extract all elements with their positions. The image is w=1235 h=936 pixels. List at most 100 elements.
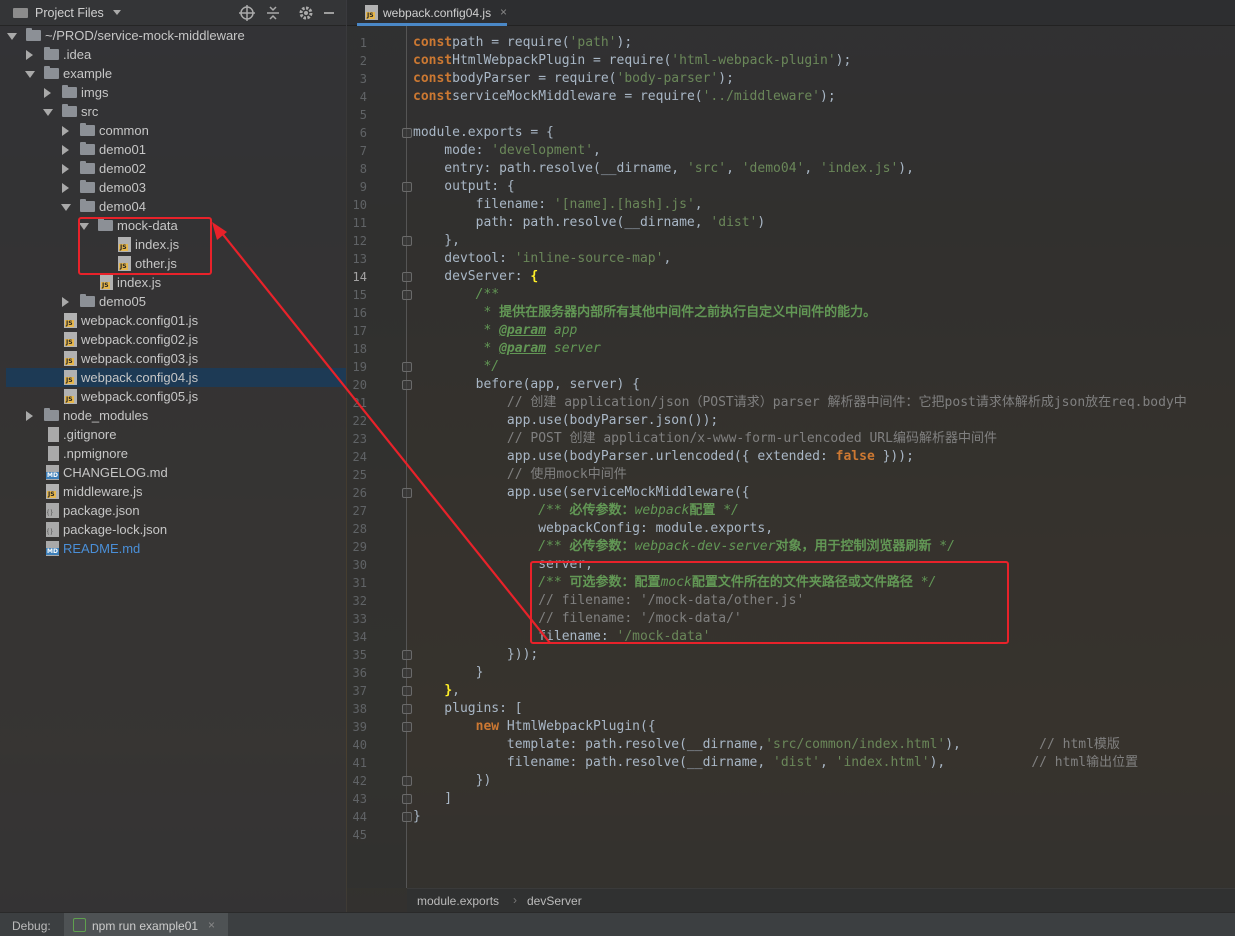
js-file-icon bbox=[100, 275, 113, 290]
fold-marker-icon[interactable] bbox=[402, 362, 412, 372]
tree-folder[interactable]: ~/PROD/service-mock-middleware bbox=[6, 26, 346, 45]
chevron-down-icon[interactable] bbox=[113, 10, 121, 15]
code-line: plugins: [ bbox=[413, 701, 523, 716]
breadcrumb-item[interactable]: module.exports bbox=[417, 894, 499, 908]
project-panel-title[interactable]: Project Files bbox=[35, 6, 104, 20]
fold-marker-icon[interactable] bbox=[402, 704, 412, 714]
line-number: 44 bbox=[352, 810, 367, 824]
chevron-right-icon[interactable] bbox=[60, 121, 70, 140]
close-icon[interactable]: × bbox=[500, 5, 507, 19]
tree-folder[interactable]: demo04 bbox=[6, 197, 346, 216]
fold-marker-icon[interactable] bbox=[402, 272, 412, 282]
fold-marker-icon[interactable] bbox=[402, 794, 412, 804]
chevron-right-icon[interactable] bbox=[42, 83, 52, 102]
tree-file[interactable]: webpack.config01.js bbox=[6, 311, 346, 330]
tree-folder[interactable]: demo01 bbox=[6, 140, 346, 159]
tree-file[interactable]: package-lock.json bbox=[6, 520, 346, 539]
chevron-down-icon[interactable] bbox=[24, 64, 35, 83]
chevron-right-icon[interactable] bbox=[60, 140, 70, 159]
tab-webpack-config04[interactable]: webpack.config04.js × bbox=[357, 0, 507, 26]
fold-marker-icon[interactable] bbox=[402, 722, 412, 732]
code-line: constHtmlWebpackPlugin = require('html-w… bbox=[413, 53, 852, 68]
tree-item-label: middleware.js bbox=[63, 484, 143, 499]
fold-marker-icon[interactable] bbox=[402, 776, 412, 786]
fold-marker-icon[interactable] bbox=[402, 668, 412, 678]
tree-folder[interactable]: .idea bbox=[6, 45, 346, 64]
fold-marker-icon[interactable] bbox=[402, 128, 412, 138]
code-line: ] bbox=[413, 791, 453, 806]
tree-folder[interactable]: demo02 bbox=[6, 159, 346, 178]
code-area[interactable]: constpath = require('path'); constHtmlWeb… bbox=[413, 26, 1235, 888]
hide-panel-icon[interactable] bbox=[320, 4, 338, 22]
code-line: * @param app bbox=[413, 323, 578, 338]
fold-marker-icon[interactable] bbox=[402, 236, 412, 246]
tree-file[interactable]: webpack.config02.js bbox=[6, 330, 346, 349]
tree-folder[interactable]: src bbox=[6, 102, 346, 121]
tab-label: webpack.config04.js bbox=[383, 6, 492, 20]
code-line: }, bbox=[444, 683, 460, 698]
breadcrumb-item[interactable]: devServer bbox=[527, 894, 582, 908]
close-icon[interactable]: × bbox=[208, 918, 215, 932]
fold-marker-icon[interactable] bbox=[402, 290, 412, 300]
tree-folder[interactable]: demo05 bbox=[6, 292, 346, 311]
code-line: // 创建 application/json（POST请求）parser 解析器… bbox=[413, 395, 1187, 410]
filename-option-highlight-box bbox=[530, 561, 1009, 644]
text-file-icon bbox=[48, 446, 59, 461]
tree-item-label: demo01 bbox=[99, 142, 146, 157]
code-line: constpath = require('path'); bbox=[413, 35, 633, 50]
tree-file[interactable]: middleware.js bbox=[6, 482, 346, 501]
editor-tab-bar: webpack.config04.js × bbox=[347, 0, 1235, 26]
js-file-icon bbox=[365, 5, 378, 20]
tree-file[interactable]: webpack.config04.js bbox=[6, 368, 346, 387]
line-number: 22 bbox=[352, 414, 367, 428]
tree-folder[interactable]: demo03 bbox=[6, 178, 346, 197]
tree-file[interactable]: .npmignore bbox=[6, 444, 346, 463]
fold-marker-icon[interactable] bbox=[402, 650, 412, 660]
line-number: 4 bbox=[359, 90, 367, 104]
chevron-right-icon[interactable] bbox=[24, 45, 34, 64]
locate-icon[interactable] bbox=[238, 4, 256, 22]
chevron-down-icon[interactable] bbox=[6, 26, 17, 45]
tree-folder[interactable]: imgs bbox=[6, 83, 346, 102]
collapse-all-icon[interactable] bbox=[264, 4, 282, 22]
run-config-tab[interactable]: npm run example01 × bbox=[64, 913, 228, 936]
tree-file[interactable]: README.md bbox=[6, 539, 346, 558]
tree-file[interactable]: webpack.config03.js bbox=[6, 349, 346, 368]
tree-folder[interactable]: example bbox=[6, 64, 346, 83]
chevron-down-icon[interactable] bbox=[42, 102, 53, 121]
chevron-down-icon[interactable] bbox=[60, 197, 71, 216]
code-line: constserviceMockMiddleware = require('..… bbox=[413, 89, 836, 104]
js-file-icon bbox=[64, 370, 77, 385]
tree-file[interactable]: index.js bbox=[6, 273, 346, 292]
chevron-right-icon[interactable] bbox=[60, 159, 70, 178]
line-number: 30 bbox=[352, 558, 367, 572]
tree-folder[interactable]: node_modules bbox=[6, 406, 346, 425]
fold-marker-icon[interactable] bbox=[402, 182, 412, 192]
line-number: 27 bbox=[352, 504, 367, 518]
nodejs-icon bbox=[73, 918, 86, 932]
tree-item-label: .npmignore bbox=[63, 446, 129, 461]
fold-marker-icon[interactable] bbox=[402, 812, 412, 822]
line-number: 25 bbox=[352, 468, 367, 482]
fold-marker-icon[interactable] bbox=[402, 380, 412, 390]
chevron-right-icon[interactable] bbox=[60, 292, 70, 311]
line-number: 41 bbox=[352, 756, 367, 770]
chevron-right-icon[interactable] bbox=[24, 406, 34, 425]
editor-panel: webpack.config04.js × 123456789101112131… bbox=[347, 0, 1235, 912]
tree-file[interactable]: webpack.config05.js bbox=[6, 387, 346, 406]
line-number: 39 bbox=[352, 720, 367, 734]
code-line: devServer: { bbox=[413, 269, 539, 284]
fold-marker-icon[interactable] bbox=[402, 686, 412, 696]
fold-marker-icon[interactable] bbox=[402, 488, 412, 498]
tree-file[interactable]: .gitignore bbox=[6, 425, 346, 444]
code-line: // 使用mock中间件 bbox=[413, 467, 627, 482]
tree-file[interactable]: CHANGELOG.md bbox=[6, 463, 346, 482]
tree-folder[interactable]: common bbox=[6, 121, 346, 140]
gear-icon[interactable] bbox=[297, 4, 315, 22]
line-number: 26 bbox=[352, 486, 367, 500]
line-number: 23 bbox=[352, 432, 367, 446]
line-number-gutter: 1 2 3 4 5 6 7 8 9 10 11 12 13 14 15 16 17 18 19 20 21 22 23 24 2… bbox=[347, 26, 412, 888]
chevron-right-icon[interactable] bbox=[60, 178, 70, 197]
line-number: 2 bbox=[359, 54, 367, 68]
tree-file[interactable]: package.json bbox=[6, 501, 346, 520]
